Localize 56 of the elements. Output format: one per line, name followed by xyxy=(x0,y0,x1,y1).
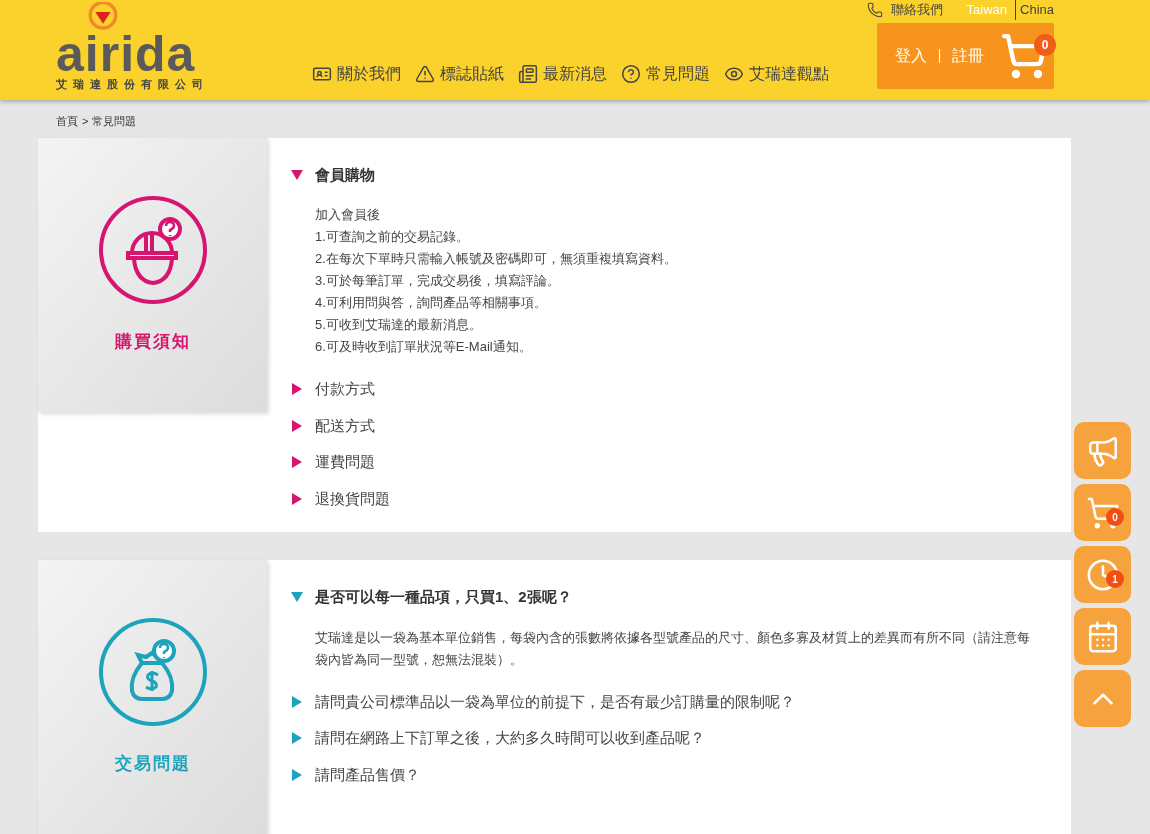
faq-question[interactable]: 會員購物 xyxy=(291,163,1047,186)
phone-icon xyxy=(866,1,883,18)
triangle-down-icon xyxy=(291,168,303,181)
newspaper-icon xyxy=(518,64,538,84)
faq-question[interactable]: 運費問題 xyxy=(291,451,1047,474)
floating-button[interactable]: 1 xyxy=(1074,546,1131,603)
triangle-right-icon xyxy=(291,492,303,505)
triangle-right-icon xyxy=(291,695,303,708)
breadcrumb-current: 常見問題 xyxy=(92,114,137,129)
logo-company-name: 艾瑞達股份有限公司 xyxy=(56,76,209,92)
floating-button[interactable] xyxy=(1074,670,1131,727)
answer-text: 6.可及時收到訂單狀況等E-Mail通知。 xyxy=(315,338,533,356)
answer-text: 艾瑞達是以一袋為基本單位銷售，每袋內含的張數將依據各型號產品的尺寸、顏色多寡及材質上的差異而有所不同（請注意每袋內皆為同一型號，恕無法混裝）。 xyxy=(315,628,1031,669)
floating-button[interactable] xyxy=(1074,608,1131,665)
answer-text: 1.可查詢之前的交易記錄。 xyxy=(315,228,470,246)
answer-text: 4.可利用問與答，詢問產品等相關事項。 xyxy=(315,294,548,312)
nav-link[interactable]: 艾瑞達觀點 xyxy=(724,62,829,86)
triangle-right-icon xyxy=(291,383,303,396)
faq-question[interactable]: 是否可以每一種品項，只買1、2張呢？ xyxy=(291,586,1047,609)
contact-link[interactable]: 聯絡我們 xyxy=(866,0,943,20)
category-title: 交易問題 xyxy=(114,753,191,776)
answer-text: 5.可收到艾瑞達的最新消息。 xyxy=(315,316,483,334)
floating-button[interactable]: 0 xyxy=(1074,484,1131,541)
warning-icon xyxy=(415,64,435,84)
cart-count-badge: 0 xyxy=(1034,34,1056,56)
logo-drop-icon xyxy=(86,1,120,32)
answer-text: 2.在每次下單時只需輸入帳號及密碼即可，無須重複填寫資料。 xyxy=(315,250,678,268)
logo-wordmark: airida xyxy=(56,31,196,76)
triangle-right-icon xyxy=(291,768,303,781)
triangle-right-icon xyxy=(291,419,303,432)
triangle-down-icon xyxy=(291,591,303,604)
answer-text: 加入會員後 xyxy=(315,206,381,224)
faq-question[interactable]: 付款方式 xyxy=(291,378,1047,401)
category-title: 購買須知 xyxy=(114,330,191,353)
faq-question[interactable]: 請問產品售價？ xyxy=(291,763,1047,786)
faq-question[interactable]: 退換貨問題 xyxy=(291,487,1047,510)
nav-link[interactable]: 標誌貼紙 xyxy=(415,62,504,86)
triangle-right-icon xyxy=(291,732,303,745)
breadcrumb-separator: > xyxy=(82,114,89,129)
faq-question[interactable]: 請問貴公司標準品以一袋為單位的前提下，是否有最少訂購量的限制呢？ xyxy=(291,690,1047,713)
breadcrumb-link[interactable]: 首頁 xyxy=(56,113,78,130)
count-badge: 0 xyxy=(1106,508,1124,526)
eye-icon xyxy=(724,64,744,84)
answer-text: 3.可於每筆訂單，完成交易後，填寫評論。 xyxy=(315,272,561,290)
language-link[interactable]: China xyxy=(1015,0,1054,20)
floating-button[interactable] xyxy=(1074,422,1131,479)
nav-link[interactable]: 關於我們 xyxy=(312,62,401,86)
nav-link[interactable]: 最新消息 xyxy=(518,62,607,86)
count-badge: 1 xyxy=(1106,570,1124,588)
triangle-right-icon xyxy=(291,456,303,469)
id-card-icon xyxy=(312,64,332,84)
help-icon xyxy=(621,64,641,84)
faq-question[interactable]: 請問在網路上下訂單之後，大約多久時間可以收到產品呢？ xyxy=(291,727,1047,750)
faq-question[interactable]: 配送方式 xyxy=(291,414,1047,437)
nav-link[interactable]: 常見問題 xyxy=(621,62,710,86)
clock-icon xyxy=(1085,557,1120,592)
